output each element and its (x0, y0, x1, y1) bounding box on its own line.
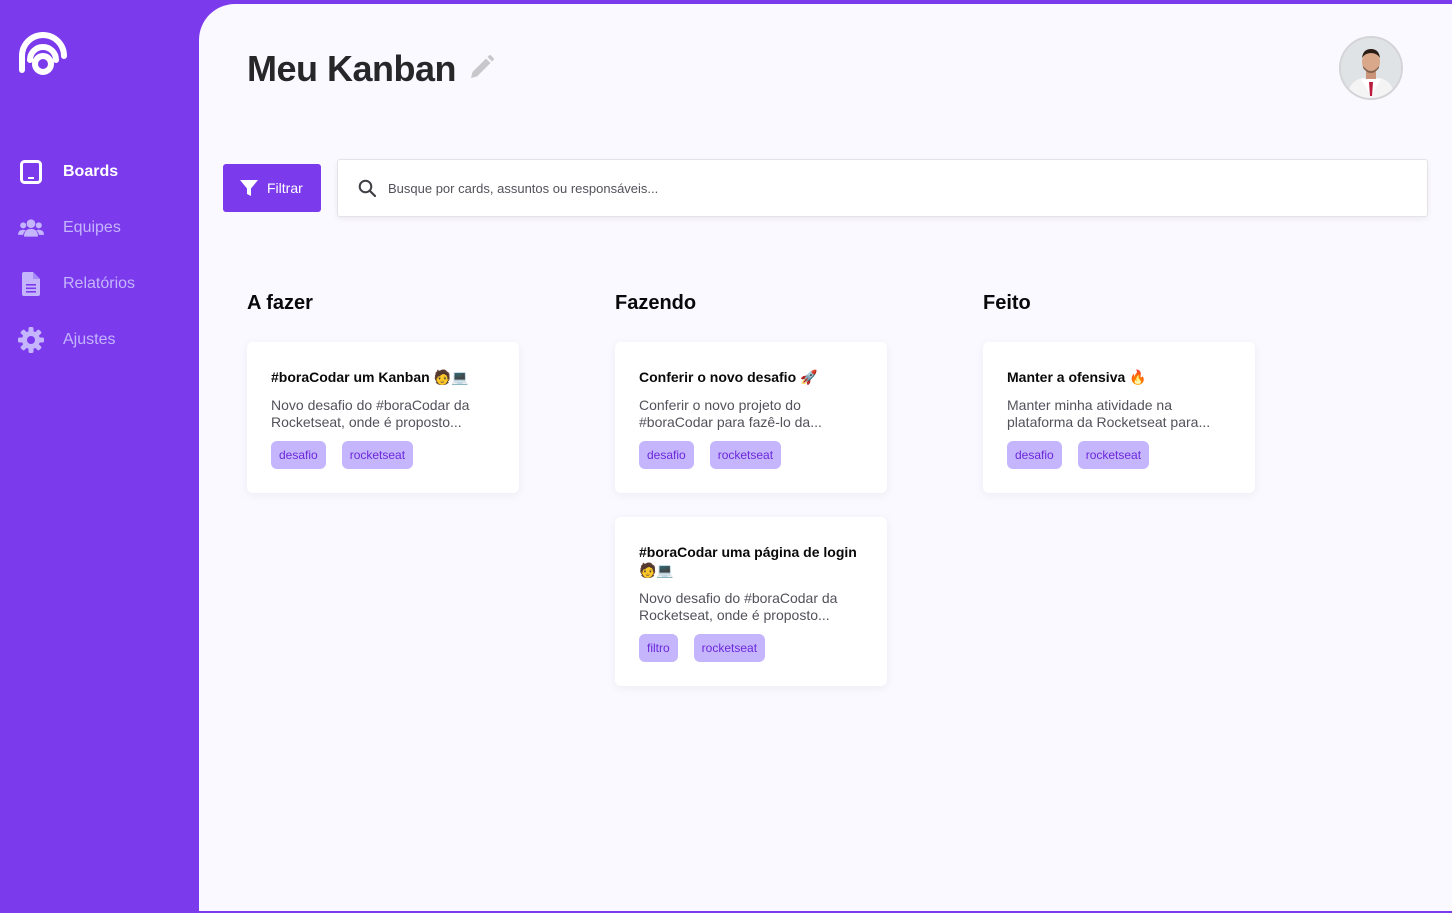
card-description: Novo desafio do #boraCodar da Rocketseat… (271, 397, 470, 430)
kanban-card[interactable]: Conferir o novo desafio 🚀 Conferir o nov… (615, 342, 887, 493)
card-title: #boraCodar um Kanban 🧑💻 (271, 369, 469, 385)
sidebar-item-label: Equipes (63, 219, 121, 236)
funnel-icon (240, 180, 258, 196)
tag-chip[interactable]: rocketseat (1077, 441, 1150, 469)
search-icon (358, 179, 376, 197)
column-feito: Feito Manter a ofensiva 🔥 Manter minha a… (983, 292, 1255, 493)
card-description: Novo desafio do #boraCodar da Rocketseat… (639, 590, 838, 623)
card-tags: desafio rocketseat (271, 441, 495, 469)
users-icon (18, 215, 44, 241)
avatar[interactable] (1339, 36, 1403, 100)
sidebar-nav: Boards Equipes Relatórios Ajustes (0, 144, 199, 368)
tag-chip[interactable]: rocketseat (693, 634, 766, 662)
logo-icon (19, 32, 67, 75)
card-description: Conferir o novo projeto do #boraCodar pa… (639, 397, 822, 430)
main-panel: Meu Kanban Filtrar A fazer (199, 4, 1452, 911)
card-tags: desafio rocketseat (1007, 441, 1231, 469)
sidebar-item-relatorios[interactable]: Relatórios (0, 256, 199, 312)
column-title: Fazendo (615, 292, 697, 314)
sidebar-item-label: Ajustes (63, 331, 116, 348)
card-title: Conferir o novo desafio 🚀 (639, 369, 818, 385)
pencil-icon[interactable] (467, 54, 495, 82)
tag-chip[interactable]: rocketseat (341, 441, 414, 469)
card-tags: desafio rocketseat (639, 441, 863, 469)
sidebar: Boards Equipes Relatórios Ajustes (0, 0, 199, 913)
column-title: Feito (983, 292, 1031, 314)
filter-button-label: Filtrar (267, 180, 303, 196)
page-title: Meu Kanban (247, 48, 457, 89)
search-input[interactable] (388, 180, 1388, 196)
column-fazendo: Fazendo Conferir o novo desafio 🚀 Confer… (615, 292, 887, 686)
card-description: Manter minha atividade na plataforma da … (1007, 397, 1211, 430)
column-title: A fazer (247, 292, 313, 314)
card-title: #boraCodar uma página de login 🧑💻 (639, 544, 857, 578)
kanban-card[interactable]: #boraCodar um Kanban 🧑💻 Novo desafio do … (247, 342, 519, 493)
tag-chip[interactable]: desafio (639, 441, 694, 469)
document-icon (18, 271, 44, 297)
tag-chip[interactable]: desafio (1007, 441, 1062, 469)
kanban-card[interactable]: #boraCodar uma página de login 🧑💻 Novo d… (615, 517, 887, 686)
tag-chip[interactable]: rocketseat (709, 441, 782, 469)
column-a-fazer: A fazer #boraCodar um Kanban 🧑💻 Novo des… (247, 292, 519, 493)
tag-chip[interactable]: filtro (639, 634, 678, 662)
sidebar-item-equipes[interactable]: Equipes (0, 200, 199, 256)
sidebar-item-label: Boards (63, 163, 119, 180)
card-title: Manter a ofensiva 🔥 (1007, 369, 1147, 385)
filter-button[interactable]: Filtrar (223, 164, 321, 212)
gear-icon (18, 327, 44, 353)
tablet-icon (18, 159, 44, 185)
sidebar-item-ajustes[interactable]: Ajustes (0, 312, 199, 368)
sidebar-item-label: Relatórios (63, 275, 136, 292)
tag-chip[interactable]: desafio (271, 441, 326, 469)
search-bar[interactable] (337, 159, 1428, 217)
kanban-card[interactable]: Manter a ofensiva 🔥 Manter minha ativida… (983, 342, 1255, 493)
sidebar-item-boards[interactable]: Boards (0, 144, 199, 200)
card-tags: filtro rocketseat (639, 634, 863, 662)
